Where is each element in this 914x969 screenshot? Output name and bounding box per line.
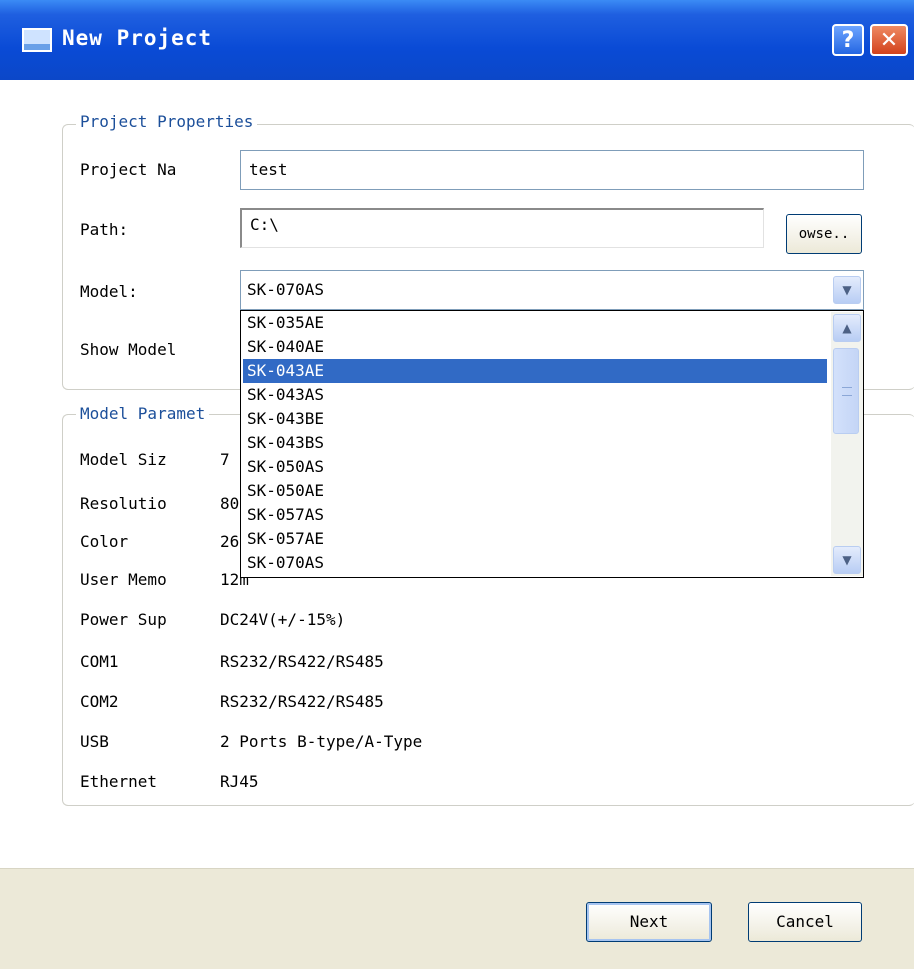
chevron-down-icon[interactable]: ▼ (833, 276, 861, 304)
browse-button[interactable]: owse.. (786, 214, 862, 254)
model-option[interactable]: SK-043BS (247, 431, 324, 455)
param-value: 26 (220, 532, 240, 551)
help-button[interactable]: ? (832, 24, 864, 56)
path-label: Path: (80, 220, 129, 239)
model-option[interactable]: SK-070AS (247, 551, 324, 575)
model-option[interactable]: SK-043AS (247, 383, 324, 407)
highlighted-option (243, 359, 827, 383)
model-option[interactable]: SK-050AS (247, 455, 324, 479)
next-button[interactable]: Next (586, 902, 712, 942)
param-label: COM2 (80, 692, 119, 711)
scrollbar-thumb[interactable] (833, 348, 859, 434)
param-label: Model Siz (80, 450, 167, 469)
scroll-down-icon[interactable]: ▼ (833, 546, 861, 574)
param-value: 80 (220, 494, 240, 513)
model-option[interactable]: SK-040AE (247, 335, 324, 359)
new-project-dialog: New Project ? ✕ Project Properties Proje… (0, 0, 914, 969)
param-value: 2 Ports B-type/A-Type (220, 732, 423, 751)
project-properties-legend: Project Properties (76, 112, 258, 131)
project-name-input[interactable]: test (240, 150, 864, 190)
model-option[interactable]: SK-050AE (247, 479, 324, 503)
model-dropdown-list[interactable]: SK-035AE SK-040AE SK-043AE SK-043AS SK-0… (240, 310, 864, 578)
cancel-button[interactable]: Cancel (748, 902, 862, 942)
title-bar[interactable]: New Project ? ✕ (0, 0, 914, 80)
model-option[interactable]: SK-035AE (247, 311, 324, 335)
model-option[interactable]: SK-057AE (247, 527, 324, 551)
param-value: RS232/RS422/RS485 (220, 692, 384, 711)
param-value: 7 (220, 450, 230, 469)
path-input[interactable]: C:\ (240, 208, 764, 248)
window-icon (22, 28, 52, 52)
param-value: RJ45 (220, 772, 259, 791)
model-option[interactable]: SK-057AS (247, 503, 324, 527)
param-label: User Memo (80, 570, 167, 589)
model-option-selected[interactable]: SK-043AE (247, 359, 324, 383)
param-label: Power Sup (80, 610, 167, 629)
param-label: USB (80, 732, 109, 751)
project-name-label: Project Na (80, 160, 177, 179)
scroll-up-icon[interactable]: ▲ (833, 314, 861, 342)
close-button[interactable]: ✕ (870, 24, 908, 56)
model-label: Model: (80, 282, 138, 301)
param-value: RS232/RS422/RS485 (220, 652, 384, 671)
dropdown-scrollbar[interactable]: ▲ ▼ (831, 312, 863, 576)
grip-icon (842, 387, 852, 396)
show-model-label: Show Model (80, 340, 177, 359)
param-label: COM1 (80, 652, 119, 671)
param-label: Resolutio (80, 494, 167, 513)
model-option[interactable]: SK-043BE (247, 407, 324, 431)
param-label: Ethernet (80, 772, 158, 791)
param-label: Color (80, 532, 129, 551)
param-value: DC24V(+/-15%) (220, 610, 346, 629)
model-parameters-legend: Model Paramet (76, 404, 210, 423)
window-title: New Project (62, 26, 213, 50)
model-selected-value: SK-070AS (247, 280, 325, 299)
model-combobox[interactable]: SK-070AS ▼ (240, 270, 864, 310)
